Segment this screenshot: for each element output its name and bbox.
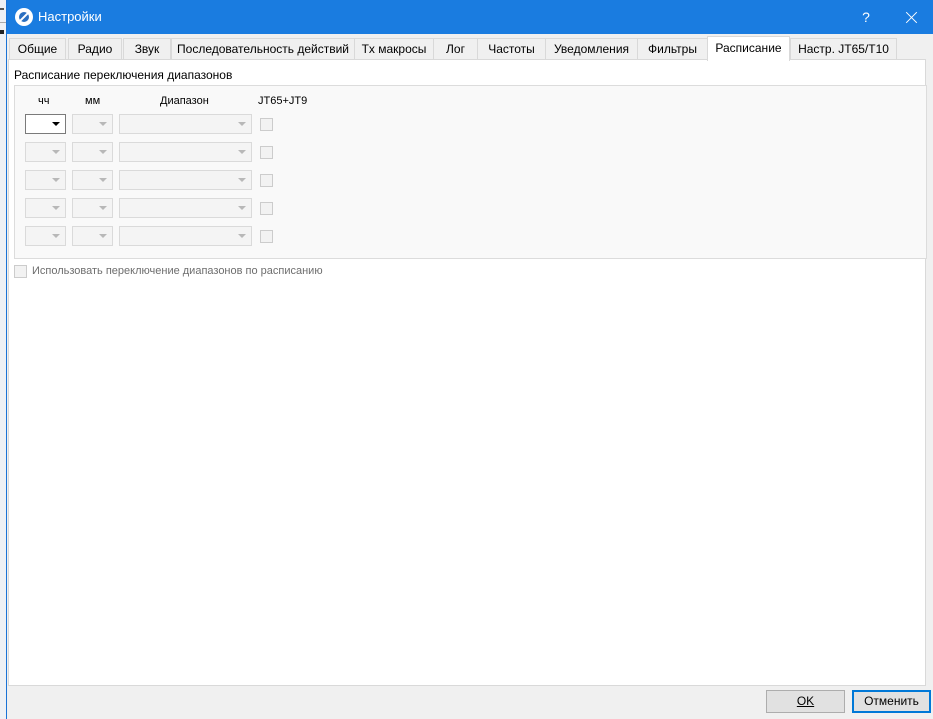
cancel-button[interactable]: Отменить [852, 690, 931, 713]
column-header-minute: мм [85, 95, 101, 107]
chevron-down-icon [99, 234, 107, 238]
chevron-down-icon [52, 150, 60, 154]
column-header-hour: чч [38, 95, 50, 107]
band-select[interactable] [119, 114, 252, 134]
band-select[interactable] [119, 170, 252, 190]
tab-general[interactable]: Общие [9, 38, 66, 60]
hour-select[interactable] [25, 226, 66, 246]
group-title: Расписание переключения диапазонов [14, 68, 233, 82]
tab-notifications[interactable]: Уведомления [545, 38, 638, 60]
hour-select[interactable] [25, 198, 66, 218]
chevron-down-icon [52, 178, 60, 182]
band-select[interactable] [119, 142, 252, 162]
chevron-down-icon [238, 150, 246, 154]
tab-frequencies[interactable]: Частоты [477, 38, 546, 60]
jt65jt9-checkbox[interactable] [260, 174, 273, 187]
minute-select[interactable] [72, 170, 113, 190]
ok-button-label: OK [796, 694, 815, 708]
chevron-down-icon [52, 122, 60, 126]
chevron-down-icon [238, 122, 246, 126]
window-title: Настройки [38, 9, 102, 24]
chevron-down-icon [238, 178, 246, 182]
chevron-down-icon [52, 234, 60, 238]
tab-sound[interactable]: Звук [123, 38, 171, 60]
help-button[interactable]: ? [845, 0, 887, 34]
close-button[interactable] [891, 0, 933, 34]
chevron-down-icon [238, 234, 246, 238]
column-header-band: Диапазон [160, 95, 209, 107]
use-schedule-label: Использовать переключение диапазонов по … [32, 265, 323, 277]
jt65jt9-checkbox[interactable] [260, 202, 273, 215]
tab-filters[interactable]: Фильтры [637, 38, 708, 60]
jt65jt9-checkbox[interactable] [260, 118, 273, 131]
hour-select[interactable] [25, 170, 66, 190]
jt65jt9-checkbox[interactable] [260, 146, 273, 159]
tab-radio[interactable]: Радио [68, 38, 122, 60]
band-select[interactable] [119, 226, 252, 246]
schedule-group-box: чч мм Диапазон JT65+JT9 [14, 85, 927, 259]
chevron-down-icon [52, 206, 60, 210]
minute-select[interactable] [72, 226, 113, 246]
column-header-jt65jt9: JT65+JT9 [258, 95, 308, 107]
title-bar[interactable]: Настройки ? [7, 0, 933, 34]
minute-select[interactable] [72, 198, 113, 218]
ok-button[interactable]: OK [766, 690, 845, 713]
schedule-page: Расписание переключения диапазонов чч мм… [8, 59, 927, 686]
minute-select[interactable] [72, 142, 113, 162]
use-schedule-checkbox[interactable] [14, 265, 27, 278]
chevron-down-icon [99, 178, 107, 182]
minute-select[interactable] [72, 114, 113, 134]
tab-log[interactable]: Лог [433, 38, 478, 60]
chevron-down-icon [99, 150, 107, 154]
tab-bar: Общие Радио Звук Последовательность дейс… [7, 36, 933, 61]
hour-select[interactable] [25, 114, 66, 134]
app-logo-icon [15, 8, 33, 26]
chevron-down-icon [99, 122, 107, 126]
chevron-down-icon [238, 206, 246, 210]
hour-select[interactable] [25, 142, 66, 162]
band-select[interactable] [119, 198, 252, 218]
tab-sequence[interactable]: Последовательность действий [171, 38, 355, 60]
tab-schedule[interactable]: Расписание [707, 36, 790, 61]
settings-dialog: Настройки ? Общие Радио Звук Последовате… [6, 0, 933, 719]
tab-jt65-settings[interactable]: Настр. JT65/T10 [790, 38, 897, 60]
jt65jt9-checkbox[interactable] [260, 230, 273, 243]
tab-tx-macros[interactable]: Tx макросы [354, 38, 434, 60]
chevron-down-icon [99, 206, 107, 210]
